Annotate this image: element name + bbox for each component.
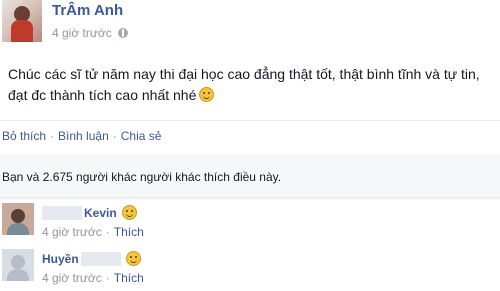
author-name[interactable]: TrÂm Anh xyxy=(52,2,123,19)
smiley-emoji-icon xyxy=(199,87,215,102)
post-actions: Bỏ thích · Bình luận · Chia sẻ xyxy=(2,129,161,143)
comment-meta: 4 giờ trước · Thích xyxy=(42,271,144,285)
redacted-name xyxy=(80,251,121,266)
comment-timestamp[interactable]: 4 giờ trước xyxy=(42,271,102,285)
comment-item: Kevin 4 giờ trước · Thích xyxy=(0,203,500,245)
commenter-avatar[interactable] xyxy=(2,203,34,235)
comment-link[interactable]: Bình luận xyxy=(58,129,109,143)
likes-summary[interactable]: Bạn và 2.675 người khác người khác thích… xyxy=(2,170,281,184)
unlike-link[interactable]: Bỏ thích xyxy=(2,129,46,143)
share-link[interactable]: Chia sẻ xyxy=(121,129,162,143)
comment-item: Huyền 4 giờ trước · Thích xyxy=(0,249,500,291)
separator: · xyxy=(105,225,110,239)
commenter-name-text[interactable]: Kevin xyxy=(84,206,117,220)
comment-meta: 4 giờ trước · Thích xyxy=(42,225,144,239)
separator: · xyxy=(112,129,117,143)
comment-like-link[interactable]: Thích xyxy=(114,225,144,239)
post-body: Chúc các sĩ tử năm nay thi đại học cao đ… xyxy=(8,66,480,103)
divider xyxy=(0,197,500,198)
separator: · xyxy=(50,129,55,143)
commenter-name[interactable]: Kevin xyxy=(42,205,137,220)
divider xyxy=(0,120,500,121)
commenter-name[interactable]: Huyền xyxy=(42,251,141,266)
smiley-emoji-icon xyxy=(125,251,141,266)
commenter-name-text[interactable]: Huyền xyxy=(42,252,79,266)
comment-like-link[interactable]: Thích xyxy=(114,271,144,285)
post-timestamp[interactable]: 4 giờ trước xyxy=(52,26,112,40)
separator: · xyxy=(105,271,110,285)
commenter-avatar[interactable] xyxy=(2,249,34,281)
author-avatar[interactable] xyxy=(2,0,42,42)
globe-icon[interactable] xyxy=(117,28,128,38)
post-meta: 4 giờ trước xyxy=(52,26,128,40)
post-text: Chúc các sĩ tử năm nay thi đại học cao đ… xyxy=(8,64,488,106)
comment-timestamp[interactable]: 4 giờ trước xyxy=(42,225,102,239)
smiley-emoji-icon xyxy=(121,205,137,220)
redacted-name xyxy=(42,205,82,220)
post-header: TrÂm Anh 4 giờ trước xyxy=(0,0,500,50)
